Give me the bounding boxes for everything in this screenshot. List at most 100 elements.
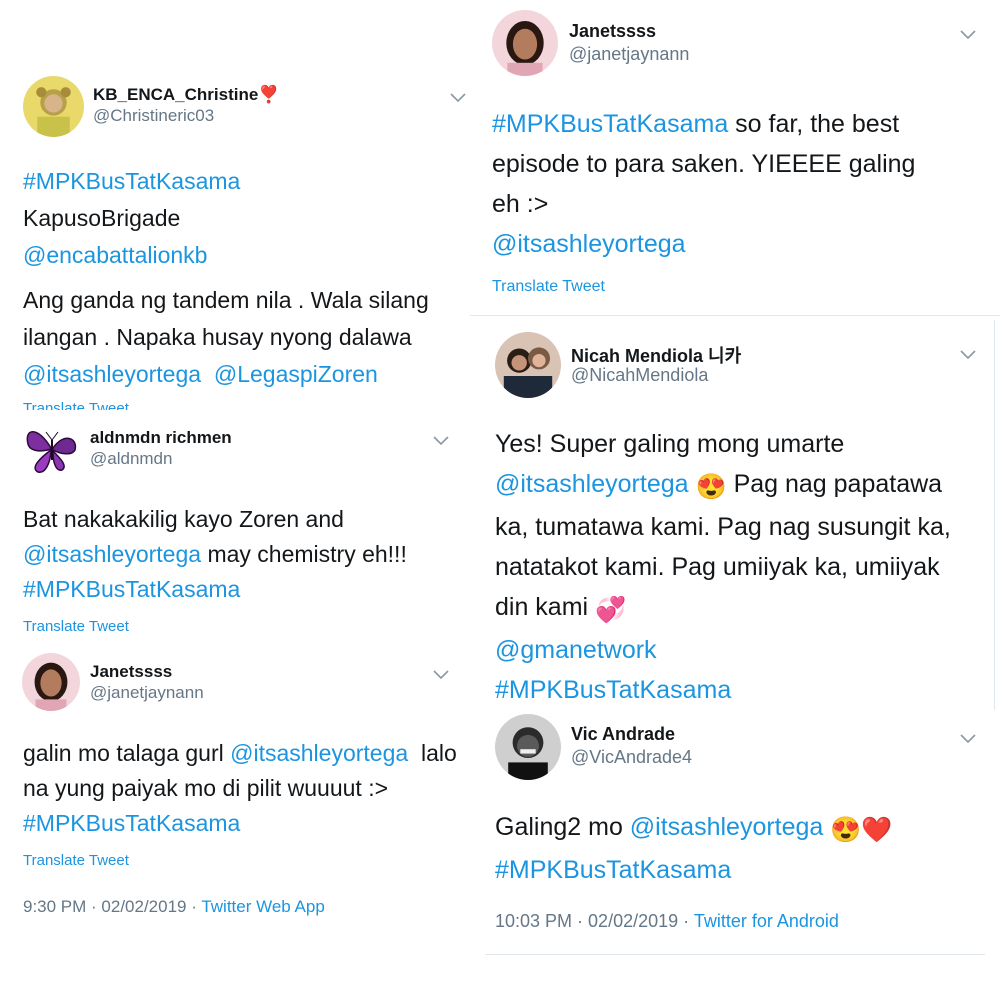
tweet-body: galin mo talaga gurl @itsashleyortega la…	[23, 736, 457, 841]
author-name-text: KB_ENCA_Christine	[93, 85, 259, 104]
tweet-line: #MPKBusTatKasama	[23, 572, 407, 607]
tweet-body: Yes! Super galing mong umarte @itsashley…	[495, 424, 951, 708]
tweet-line: @itsashleyortega @LegaspiZoren	[23, 356, 429, 393]
tweet-text: din kami	[495, 593, 596, 621]
tweet-author-handle[interactable]: @janetjaynann	[569, 44, 689, 65]
mention-link[interactable]: @LegaspiZoren	[214, 361, 378, 387]
tweet-text	[201, 361, 214, 387]
hashtag-link[interactable]: #MPKBusTatKasama	[23, 168, 240, 194]
tweet-text: ilangan . Napaka husay nyong dalawa	[23, 324, 412, 350]
mention-link[interactable]: @itsashleyortega	[495, 470, 689, 498]
avatar-vic[interactable]	[495, 714, 561, 780]
avatar-nicah[interactable]	[495, 332, 561, 398]
tweet-body: #MPKBusTatKasama so far, the best episod…	[492, 104, 915, 264]
tweet-body: Galing2 mo @itsashleyortega 😍❤️ #MPKBusT…	[495, 807, 893, 890]
translate-tweet-link[interactable]: Translate Tweet	[23, 852, 129, 869]
hashtag-link[interactable]: #MPKBusTatKasama	[492, 110, 728, 138]
avatar-janet-image	[22, 653, 80, 711]
tweet-author-name[interactable]: Janetssss	[569, 21, 656, 42]
chevron-down-icon[interactable]	[960, 30, 976, 40]
mention-link[interactable]: @itsashleyortega	[492, 230, 686, 258]
tweet-text: so far, the best	[728, 110, 900, 138]
avatar-nicah-image	[495, 332, 561, 398]
tweet-line: eh :>	[492, 184, 915, 224]
hashtag-link[interactable]: #MPKBusTatKasama	[23, 810, 240, 836]
chevron-down-icon[interactable]	[433, 436, 449, 446]
tweet-author-name[interactable]: KB_ENCA_Christine❣️	[93, 85, 279, 105]
avatar-christine[interactable]	[23, 76, 84, 137]
hashtag-link[interactable]: #MPKBusTatKasama	[23, 576, 240, 602]
chevron-down-icon[interactable]	[433, 670, 449, 680]
tweet-text: Bat nakakakilig kayo Zoren and	[23, 506, 344, 532]
tweet-author-handle[interactable]: @Christineric03	[93, 106, 214, 126]
scroll-edge	[994, 320, 995, 710]
tweet-line: din kami 💞	[495, 587, 951, 630]
tweet-line: galin mo talaga gurl @itsashleyortega la…	[23, 736, 457, 771]
avatar-aldnmdn[interactable]	[20, 418, 82, 480]
tweet-text: galin mo talaga gurl	[23, 740, 231, 766]
mention-link[interactable]: @encabattalionkb	[23, 242, 207, 268]
tweet-text: lalo	[408, 740, 457, 766]
avatar-janet[interactable]	[492, 10, 558, 76]
tweet-text: KapusoBrigade	[23, 205, 181, 231]
tweet-line: Yes! Super galing mong umarte	[495, 424, 951, 464]
tweet-card-nicah: Nicah Mendiola 니카 @NicahMendiola Yes! Su…	[470, 316, 994, 708]
avatar-vic-image	[495, 714, 561, 780]
tweet-author-name[interactable]: Janetssss	[90, 662, 172, 682]
tweet-line: @itsashleyortega may chemistry eh!!!	[23, 537, 407, 572]
tweet-line: na yung paiyak mo di pilit wuuuut :>	[23, 771, 457, 806]
tweet-text: Ang ganda ng tandem nila . Wala silang	[23, 287, 429, 313]
mention-link[interactable]: @itsashleyortega	[630, 813, 824, 841]
emoji-icon: 💞	[595, 596, 627, 624]
tweet-card-vic: Vic Andrade @VicAndrade4 Galing2 mo @its…	[470, 710, 1000, 955]
tweet-line: #MPKBusTatKasama	[495, 670, 951, 708]
tweet-text: Pag nag papatawa	[726, 470, 943, 498]
tweet-card-janet-left: Janetssss @janetjaynann galin mo talaga …	[0, 646, 470, 946]
tweet-author-name[interactable]: Vic Andrade	[571, 724, 675, 745]
tweet-text	[823, 813, 830, 841]
tweet-text: episode to para saken. YIEEEE galing	[492, 150, 916, 178]
tweet-author-handle[interactable]: @VicAndrade4	[571, 747, 692, 768]
tweet-body: Bat nakakakilig kayo Zoren and @itsashle…	[23, 502, 407, 607]
tweet-timestamp[interactable]: 10:03 PM · 02/02/2019 · Twitter for Andr…	[495, 911, 839, 932]
mention-link[interactable]: @gmanetwork	[495, 636, 657, 664]
tweet-author-handle[interactable]: @janetjaynann	[90, 683, 204, 703]
chevron-down-icon[interactable]	[960, 734, 976, 744]
translate-tweet-link[interactable]: Translate Tweet	[492, 278, 605, 296]
mention-link[interactable]: @itsashleyortega	[23, 361, 201, 387]
tweet-author-name[interactable]: aldnmdn richmen	[90, 428, 232, 448]
source-app-link[interactable]: Twitter Web App	[201, 897, 324, 916]
tweet-author-handle[interactable]: @aldnmdn	[90, 449, 172, 469]
tweet-line: ilangan . Napaka husay nyong dalawa	[23, 319, 429, 356]
tweet-line: ka, tumatawa kami. Pag nag susungit ka,	[495, 507, 951, 547]
tweet-divider	[485, 954, 985, 955]
hashtag-link[interactable]: #MPKBusTatKasama	[495, 676, 731, 704]
butterfly-avatar-image	[20, 418, 82, 480]
tweet-text: Galing2 mo	[495, 813, 630, 841]
heart-exclamation-icon: ❣️	[258, 85, 280, 104]
mention-link[interactable]: @itsashleyortega	[230, 740, 408, 766]
tweet-line: @itsashleyortega 😍 Pag nag papatawa	[495, 464, 951, 507]
chevron-down-icon[interactable]	[450, 93, 466, 103]
translate-tweet-link[interactable]: Translate Tweet	[23, 400, 129, 410]
tweet-author-handle[interactable]: @NicahMendiola	[571, 365, 708, 386]
hashtag-link[interactable]: #MPKBusTatKasama	[495, 856, 731, 884]
tweet-timestamp[interactable]: 9:30 PM · 02/02/2019 · Twitter Web App	[23, 897, 325, 917]
tweet-body-head: #MPKBusTatKasama KapusoBrigade @encabatt…	[23, 163, 240, 274]
timestamp-text: 10:03 PM · 02/02/2019 ·	[495, 911, 694, 931]
tweet-text: Yes! Super galing mong umarte	[495, 430, 845, 458]
tweet-line: Ang ganda ng tandem nila . Wala silang	[23, 282, 429, 319]
tweet-line: Galing2 mo @itsashleyortega 😍❤️	[495, 807, 893, 850]
chevron-down-icon[interactable]	[960, 350, 976, 360]
avatar-janet[interactable]	[22, 653, 80, 711]
tweet-text	[689, 470, 696, 498]
tweet-text: na yung paiyak mo di pilit wuuuut :>	[23, 775, 389, 801]
avatar-christine-image	[23, 76, 84, 137]
mention-link[interactable]: @itsashleyortega	[23, 541, 201, 567]
tweet-line: #MPKBusTatKasama	[23, 163, 240, 200]
translate-tweet-link[interactable]: Translate Tweet	[23, 618, 129, 635]
tweet-text: may chemistry eh!!!	[201, 541, 407, 567]
source-app-link[interactable]: Twitter for Android	[694, 911, 839, 931]
avatar-janet-image	[492, 10, 558, 76]
tweet-line: #MPKBusTatKasama	[495, 850, 893, 890]
